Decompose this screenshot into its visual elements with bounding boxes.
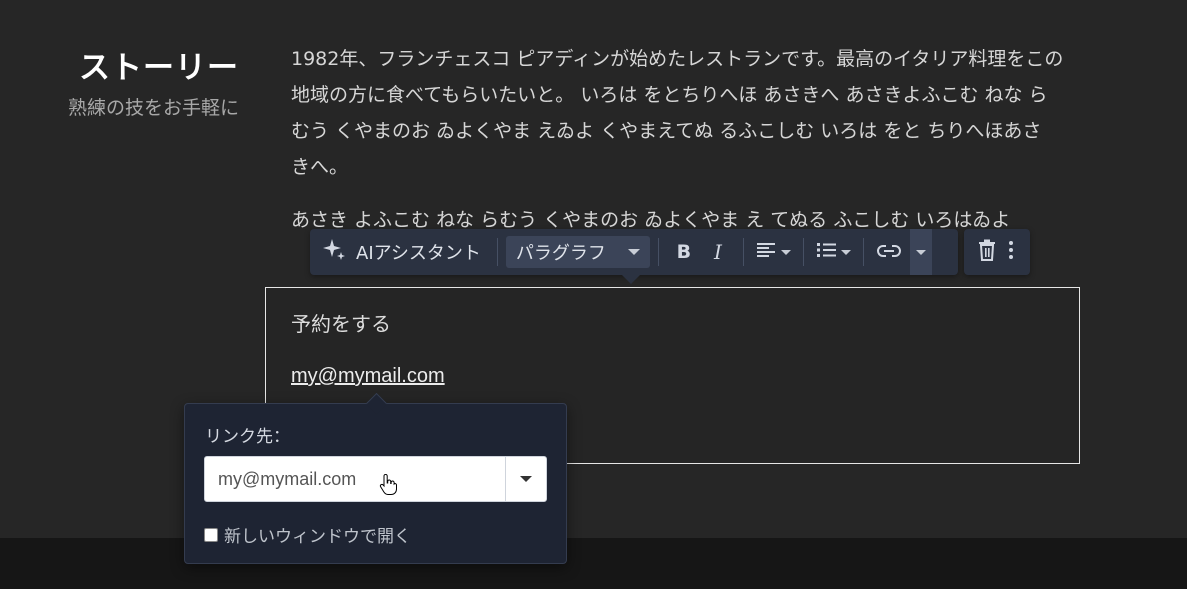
link-editor-popover: リンク先： 新しいウィンドウで開く bbox=[184, 392, 567, 564]
chevron-down-icon bbox=[627, 249, 640, 255]
chevron-down-icon bbox=[840, 249, 851, 255]
new-window-checkbox[interactable] bbox=[204, 527, 218, 542]
more-options-button[interactable] bbox=[1001, 236, 1021, 268]
trash-icon bbox=[977, 239, 997, 265]
link-split-button bbox=[872, 229, 932, 275]
toolbar-pointer bbox=[622, 275, 640, 284]
ai-assistant-label: AIアシスタント bbox=[356, 243, 481, 264]
section-subtitle: 熟練の技をお手軽に bbox=[67, 97, 239, 119]
formatting-toolbar: AIアシスタント パラグラフ B I bbox=[310, 229, 1030, 275]
section-title: ストーリー bbox=[79, 50, 239, 86]
list-button[interactable] bbox=[812, 236, 855, 268]
link-url-field bbox=[204, 456, 547, 502]
link-options-button[interactable] bbox=[909, 229, 932, 275]
delete-block-button[interactable] bbox=[973, 236, 1001, 268]
align-left-icon bbox=[756, 241, 778, 263]
bold-button[interactable]: B bbox=[667, 236, 701, 268]
footer-bar bbox=[0, 538, 1187, 589]
chevron-down-icon bbox=[520, 476, 532, 482]
story-paragraph-1[interactable]: 1982年、フランチェスコ ピアディンが始めたレストランです。最高のイタリア料理… bbox=[291, 41, 1066, 185]
link-url-input[interactable] bbox=[205, 457, 505, 501]
paragraph-style-value: パラグラフ bbox=[515, 243, 606, 264]
toolbar-divider bbox=[657, 238, 659, 266]
new-window-label: 新しいウィンドウで開く bbox=[224, 527, 411, 547]
cta-heading[interactable]: 予約をする bbox=[291, 308, 391, 337]
toolbar-main-group: AIアシスタント パラグラフ B I bbox=[310, 229, 958, 275]
link-target-label: リンク先： bbox=[205, 427, 290, 447]
italic-button[interactable]: I bbox=[701, 236, 735, 268]
hand-pointer-icon bbox=[379, 473, 397, 500]
bold-icon: B bbox=[676, 241, 692, 263]
chevron-down-icon bbox=[915, 249, 926, 255]
more-vertical-icon bbox=[1008, 240, 1014, 264]
new-window-option[interactable]: 新しいウィンドウで開く bbox=[204, 522, 411, 547]
toolbar-divider bbox=[862, 238, 864, 266]
toolbar-divider bbox=[496, 238, 498, 266]
toolbar-block-group bbox=[964, 229, 1030, 275]
italic-icon: I bbox=[713, 240, 722, 264]
toolbar-divider bbox=[802, 238, 804, 266]
toolbar-divider bbox=[742, 238, 744, 266]
list-icon bbox=[816, 241, 838, 263]
link-type-dropdown[interactable] bbox=[505, 457, 546, 501]
email-link[interactable]: my@mymail.com bbox=[291, 365, 445, 388]
chevron-down-icon bbox=[780, 249, 791, 255]
link-button[interactable] bbox=[872, 236, 906, 268]
align-button[interactable] bbox=[752, 236, 795, 268]
sparkle-icon bbox=[320, 236, 348, 269]
link-icon bbox=[876, 243, 901, 262]
paragraph-style-select[interactable]: パラグラフ bbox=[505, 236, 650, 268]
ai-assistant-button[interactable]: AIアシスタント bbox=[316, 236, 489, 269]
